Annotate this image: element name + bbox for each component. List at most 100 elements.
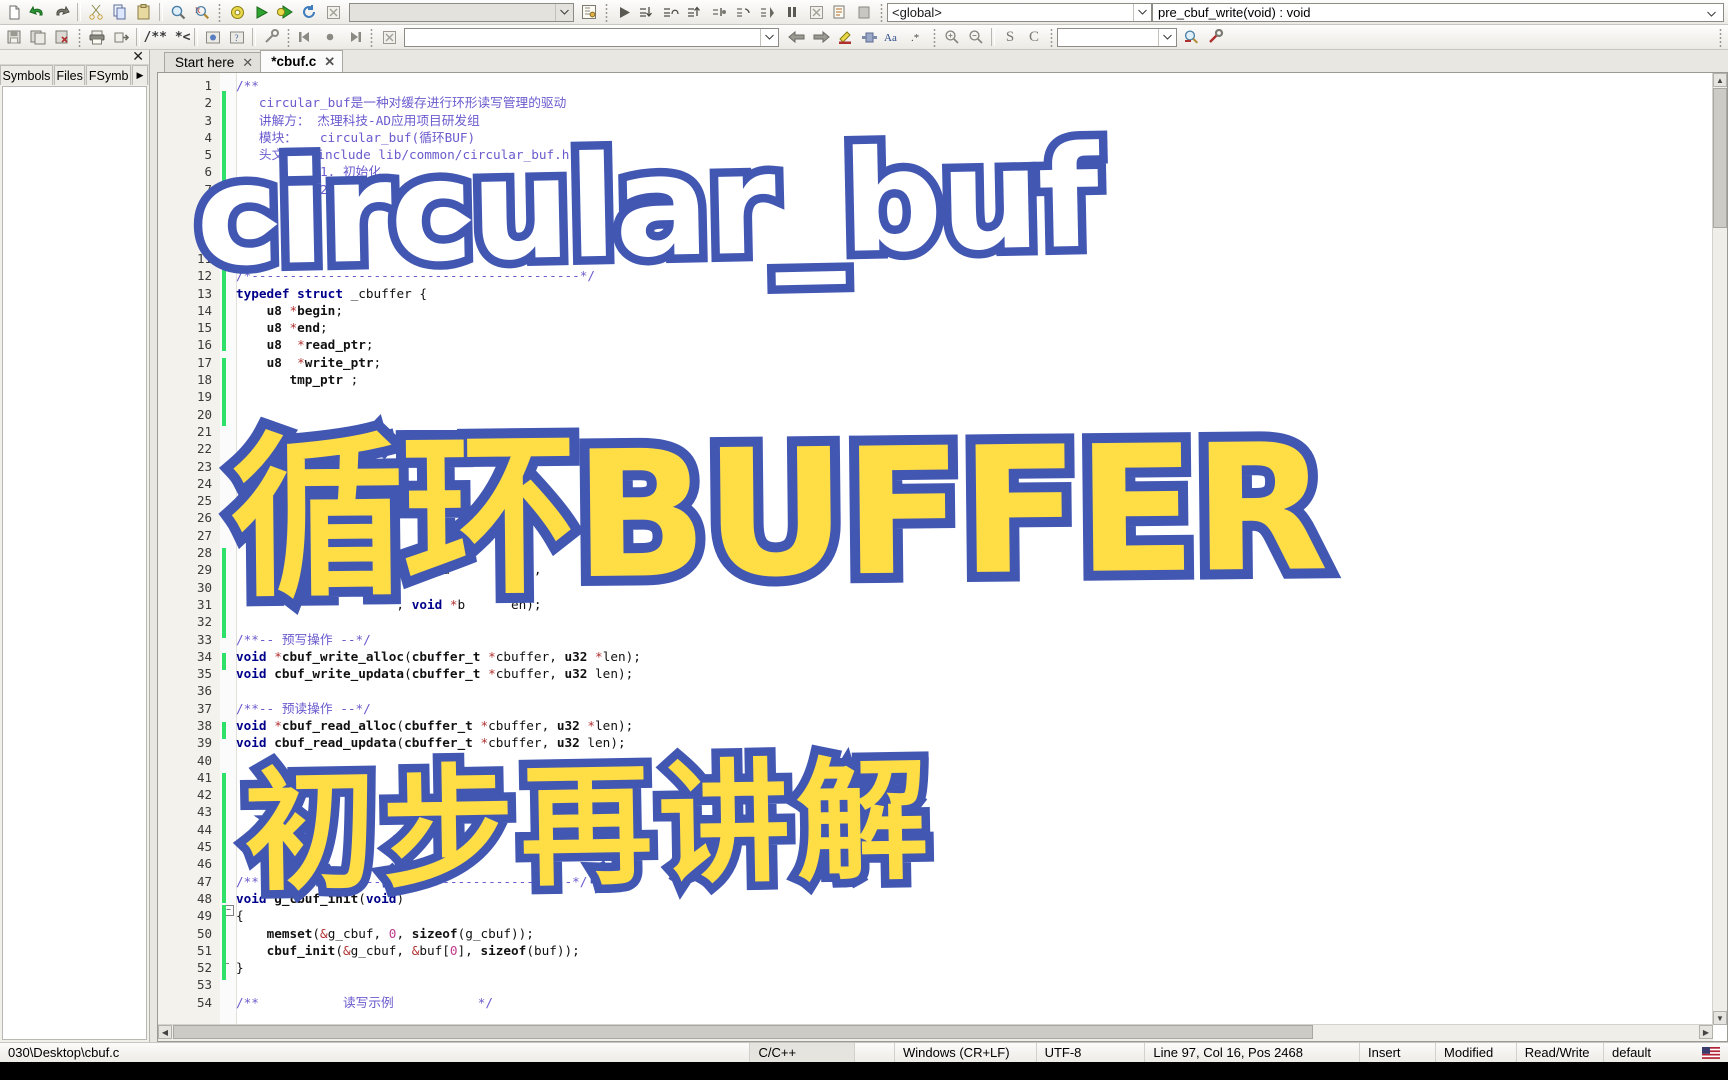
symbol-field[interactable]: pre_cbuf_write(void) : void xyxy=(1152,2,1724,22)
bookmark-dot-icon[interactable] xyxy=(318,26,342,49)
status-keyboard-layout-icon[interactable] xyxy=(1694,1043,1728,1063)
jump-start-icon[interactable] xyxy=(294,26,318,49)
toolbar-grip[interactable] xyxy=(931,27,938,47)
chevron-down-icon[interactable] xyxy=(760,28,778,46)
toolbar-grip[interactable] xyxy=(1717,27,1724,47)
vertical-scrollbar[interactable]: ▲ ▼ xyxy=(1712,73,1727,1025)
save-icon[interactable] xyxy=(2,26,26,49)
tab-symbols[interactable]: Symbols xyxy=(0,65,53,85)
horizontal-scroll-thumb[interactable] xyxy=(173,1025,1313,1039)
close-icon[interactable]: ✕ xyxy=(132,49,144,63)
step-into-icon[interactable] xyxy=(636,1,660,24)
print-preview-icon[interactable] xyxy=(109,26,133,49)
copy-icon[interactable] xyxy=(108,1,132,24)
tab-overflow-arrow-icon[interactable]: ▶ xyxy=(131,65,148,85)
chevron-down-icon[interactable] xyxy=(1707,5,1723,20)
cut-icon[interactable] xyxy=(84,1,108,24)
target-settings-icon[interactable] xyxy=(577,1,601,24)
next-instruction-icon[interactable] xyxy=(708,1,732,24)
bookmark-toggle-icon[interactable] xyxy=(201,26,225,49)
build-and-run-icon[interactable] xyxy=(273,1,297,24)
nav-back-icon[interactable] xyxy=(785,26,809,49)
dock-content[interactable] xyxy=(2,86,147,1040)
bookmark-help-icon[interactable]: ? xyxy=(225,26,249,49)
status-insert-mode[interactable]: Insert xyxy=(1360,1042,1437,1063)
toolbar-grip[interactable] xyxy=(76,27,83,47)
jump-end-icon[interactable] xyxy=(342,26,366,49)
tab-files[interactable]: Files xyxy=(53,65,86,85)
editor-tab-cbuf-c[interactable]: *cbuf.c ✕ xyxy=(260,50,344,72)
c-button[interactable]: C xyxy=(1022,26,1046,49)
redo-icon[interactable] xyxy=(50,1,74,24)
toolbar-secondary[interactable]: /** *< ? Aa .* S C xyxy=(0,25,1728,50)
status-line-ending[interactable]: Windows (CR+LF) xyxy=(895,1042,1037,1063)
toolbar-grip[interactable] xyxy=(878,2,885,22)
step-instruction-icon[interactable] xyxy=(732,1,756,24)
toolbar-primary[interactable]: R <global> pre_cbuf_write(void): void xyxy=(0,0,1728,25)
scope-combo[interactable]: <global> xyxy=(887,2,1152,22)
nav-forward-icon[interactable] xyxy=(809,26,833,49)
code-view[interactable]: 1 2 3 4 5 6 7 8 9 10 11 12 13 14 15 16 17 18 19 20 21 22 23 24 2… xyxy=(158,73,1713,1025)
find-icon[interactable] xyxy=(166,1,190,24)
editor-tab-start-here[interactable]: Start here ✕ xyxy=(164,52,262,72)
build-gear-icon[interactable] xyxy=(225,1,249,24)
close-icon[interactable]: ✕ xyxy=(242,55,253,71)
code-text[interactable]: /** circular_buf是一种对缓存进行环形读写管理的驱动 讲解方： 杰… xyxy=(236,77,1713,1011)
configure-wrench-icon[interactable] xyxy=(1203,26,1227,49)
toolbar-grip[interactable] xyxy=(368,27,375,47)
scroll-right-arrow-icon[interactable]: ▶ xyxy=(1699,1025,1713,1039)
toolbar-grip[interactable] xyxy=(603,2,610,22)
selection-block-icon[interactable] xyxy=(857,26,881,49)
highlight-marker-icon[interactable] xyxy=(833,26,857,49)
step-over-icon[interactable] xyxy=(660,1,684,24)
abort-build-icon[interactable] xyxy=(321,1,345,24)
step-out-icon[interactable] xyxy=(684,1,708,24)
status-access[interactable]: Read/Write xyxy=(1517,1042,1604,1063)
clear-bookmarks-icon[interactable] xyxy=(377,26,401,49)
toolbar-grip[interactable] xyxy=(1048,27,1055,47)
break-debugger-icon[interactable] xyxy=(780,1,804,24)
search-combo[interactable] xyxy=(404,27,779,47)
debug-windows-icon[interactable] xyxy=(828,1,852,24)
symbol-browse-icon[interactable] xyxy=(1179,26,1203,49)
dock-tab-strip[interactable]: Symbols Files FSymb ▶ xyxy=(0,65,149,85)
vertical-scroll-thumb[interactable] xyxy=(1713,88,1727,228)
debug-extra-icon[interactable] xyxy=(852,1,876,24)
toolbar-grip[interactable] xyxy=(216,2,223,22)
chevron-down-icon[interactable] xyxy=(1133,3,1151,21)
toolbar-grip[interactable] xyxy=(285,27,292,47)
scroll-left-arrow-icon[interactable]: ◀ xyxy=(158,1025,172,1039)
status-profile[interactable]: default xyxy=(1604,1043,1694,1063)
print-icon[interactable] xyxy=(85,26,109,49)
toggle-comment-icon[interactable]: /** *< xyxy=(143,26,191,49)
run-play-icon[interactable] xyxy=(249,1,273,24)
rebuild-refresh-icon[interactable] xyxy=(297,1,321,24)
replace-icon[interactable]: R xyxy=(190,1,214,24)
scroll-down-arrow-icon[interactable]: ▼ xyxy=(1713,1011,1727,1025)
settings-wrench-icon[interactable] xyxy=(259,26,283,49)
match-case-icon[interactable]: Aa xyxy=(881,26,905,49)
zoom-out-icon[interactable] xyxy=(964,26,988,49)
tab-fsymbols[interactable]: FSymb xyxy=(86,65,131,85)
paste-icon[interactable] xyxy=(132,1,156,24)
save-as-icon[interactable] xyxy=(50,26,74,49)
goto-combo[interactable] xyxy=(1057,27,1177,47)
chevron-down-icon[interactable] xyxy=(1158,28,1176,46)
undo-icon[interactable] xyxy=(26,1,50,24)
status-encoding[interactable]: UTF-8 xyxy=(1037,1042,1146,1063)
save-all-icon[interactable] xyxy=(26,26,50,49)
chevron-down-icon[interactable] xyxy=(555,3,573,21)
stop-debugger-icon[interactable] xyxy=(804,1,828,24)
horizontal-scrollbar[interactable]: ◀ ▶ xyxy=(158,1024,1713,1041)
zoom-in-icon[interactable] xyxy=(940,26,964,49)
scroll-up-arrow-icon[interactable]: ▲ xyxy=(1713,73,1727,87)
run-to-cursor-icon[interactable] xyxy=(756,1,780,24)
status-language[interactable]: C/C++ xyxy=(750,1042,855,1063)
editor-tab-strip[interactable]: Start here ✕ *cbuf.c ✕ xyxy=(152,50,1728,72)
debug-continue-icon[interactable] xyxy=(612,1,636,24)
close-icon[interactable]: ✕ xyxy=(324,54,335,70)
new-file-icon[interactable] xyxy=(2,1,26,24)
build-target-combo[interactable] xyxy=(349,2,574,22)
regex-icon[interactable]: .* xyxy=(905,26,929,49)
s-button[interactable]: S xyxy=(998,26,1022,49)
